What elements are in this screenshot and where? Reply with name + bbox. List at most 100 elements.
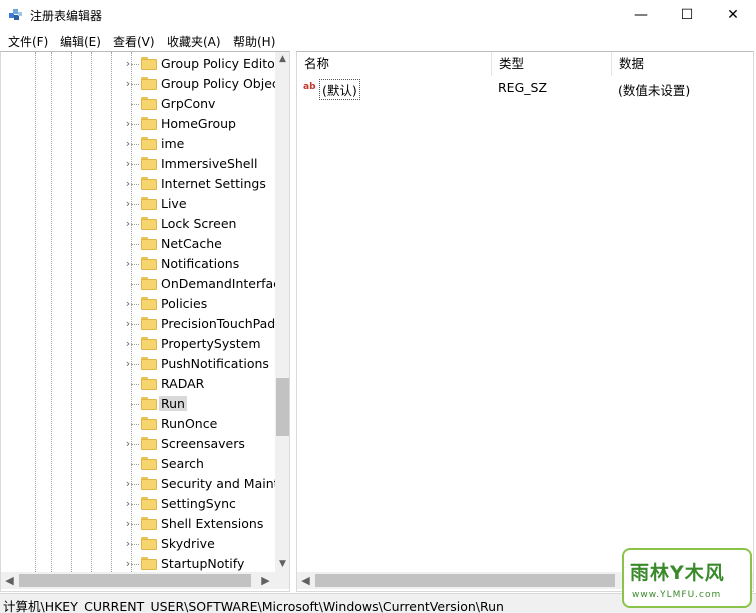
folder-icon xyxy=(141,457,157,470)
tree-item[interactable]: › PropertySystem xyxy=(1,334,275,354)
tree-connector xyxy=(131,84,139,85)
tree-connector xyxy=(131,544,139,545)
tree-item-label: Screensavers xyxy=(161,436,245,451)
tree-item[interactable]: › SettingSync xyxy=(1,494,275,514)
registry-values-pane[interactable]: 名称 类型 数据 ab (默认) REG_SZ (数值未设置) ◀ xyxy=(296,51,754,592)
tree-connector xyxy=(131,484,139,485)
tree-connector xyxy=(131,224,139,225)
tree-item[interactable]: › PushNotifications xyxy=(1,354,275,374)
menu-bar: 文件(F) 编辑(E) 查看(V) 收藏夹(A) 帮助(H) xyxy=(0,30,756,50)
tree-item[interactable]: › PrecisionTouchPad xyxy=(1,314,275,334)
menu-view[interactable]: 查看(V) xyxy=(113,33,155,50)
string-value-icon: ab xyxy=(303,82,316,92)
folder-icon xyxy=(141,397,157,410)
scroll-thumb[interactable] xyxy=(315,574,615,587)
column-header-name[interactable]: 名称 xyxy=(297,52,492,76)
scroll-thumb[interactable] xyxy=(19,574,251,587)
folder-icon xyxy=(141,177,157,190)
tree-item[interactable]: › Shell Extensions xyxy=(1,514,275,534)
tree-item[interactable]: GrpConv xyxy=(1,94,275,114)
tree-item[interactable]: › Notifications xyxy=(1,254,275,274)
tree-connector xyxy=(131,64,139,65)
maximize-button[interactable]: ☐ xyxy=(664,0,710,30)
tree-item[interactable]: › Skydrive xyxy=(1,534,275,554)
menu-edit[interactable]: 编辑(E) xyxy=(60,33,101,50)
tree-item[interactable]: RunOnce xyxy=(1,414,275,434)
tree-item-label: Internet Settings xyxy=(161,176,266,191)
folder-icon xyxy=(141,437,157,450)
scroll-up-icon[interactable]: ▲ xyxy=(275,52,289,67)
tree-connector xyxy=(131,564,139,565)
folder-icon xyxy=(141,517,157,530)
tree-item[interactable]: NetCache xyxy=(1,234,275,254)
tree-item-label: SettingSync xyxy=(161,496,236,511)
tree-item[interactable]: › Group Policy Editor xyxy=(1,54,280,74)
watermark-logo: 雨林Y木风 www.YLMFU.com xyxy=(622,548,752,608)
tree-item-label: ime xyxy=(161,136,185,151)
tree-item-label: Search xyxy=(161,456,204,471)
tree-item[interactable]: › ImmersiveShell xyxy=(1,154,275,174)
tree-item-label: PrecisionTouchPad xyxy=(161,316,276,331)
folder-icon xyxy=(141,77,157,90)
watermark-url: www.YLMFU.com xyxy=(632,590,722,600)
scroll-thumb[interactable] xyxy=(276,378,289,436)
watermark-text: 雨林Y木风 xyxy=(630,562,725,584)
tree-item-label: PushNotifications xyxy=(161,356,269,371)
tree-item[interactable]: RADAR xyxy=(1,374,275,394)
folder-icon xyxy=(141,377,157,390)
tree-item[interactable]: › HomeGroup xyxy=(1,114,275,134)
tree-item[interactable]: › Screensavers xyxy=(1,434,275,454)
folder-icon xyxy=(141,337,157,350)
tree-connector xyxy=(131,444,139,445)
tree-item[interactable]: › ime xyxy=(1,134,275,154)
tree-item[interactable]: ›Security and Maintenance xyxy=(1,474,289,494)
tree-item[interactable]: › Group Policy Objects xyxy=(1,74,289,94)
menu-favorites[interactable]: 收藏夹(A) xyxy=(167,33,221,50)
folder-icon xyxy=(141,57,157,70)
column-header-data[interactable]: 数据 xyxy=(612,52,753,76)
minimize-icon: — xyxy=(634,7,648,23)
tree-item-label: Live xyxy=(161,196,187,211)
scroll-left-icon[interactable]: ◀ xyxy=(1,572,18,589)
folder-icon xyxy=(141,97,157,110)
tree-vertical-scrollbar[interactable]: ▲ ▼ xyxy=(275,52,289,572)
title-bar: 注册表编辑器 — ☐ ✕ xyxy=(0,0,756,30)
minimize-button[interactable]: — xyxy=(618,0,664,30)
tree-item-label: OnDemandInterfaceCache xyxy=(161,276,289,291)
scroll-left-icon[interactable]: ◀ xyxy=(297,572,314,589)
tree-connector xyxy=(131,304,139,305)
registry-path: 计算机\HKEY_CURRENT_USER\SOFTWARE\Microsoft… xyxy=(3,599,504,613)
menu-file[interactable]: 文件(F) xyxy=(8,33,48,50)
tree-item[interactable]: › Policies xyxy=(1,294,275,314)
tree-item[interactable]: › Live xyxy=(1,194,275,214)
scroll-down-icon[interactable]: ▼ xyxy=(275,557,289,572)
column-header-type[interactable]: 类型 xyxy=(492,52,612,76)
tree-connector xyxy=(131,464,139,465)
tree-item-label: Run xyxy=(159,396,187,411)
tree-connector xyxy=(131,384,139,385)
folder-icon xyxy=(141,357,157,370)
tree-item[interactable]: › Internet Settings xyxy=(1,174,275,194)
tree-horizontal-scrollbar[interactable]: ◀ ▶ xyxy=(1,572,289,589)
folder-icon xyxy=(141,277,157,290)
folder-icon xyxy=(141,537,157,550)
tree-item[interactable]: › Lock Screen xyxy=(1,214,275,234)
close-button[interactable]: ✕ xyxy=(710,0,756,30)
tree-connector xyxy=(131,144,139,145)
registry-tree-pane[interactable]: › Group Policy Editor › Group Policy Object… xyxy=(0,51,290,592)
scroll-right-icon[interactable]: ▶ xyxy=(257,572,274,589)
tree-item-label: GrpConv xyxy=(161,96,216,111)
maximize-icon: ☐ xyxy=(680,7,694,23)
registry-editor-icon xyxy=(9,9,22,20)
folder-icon xyxy=(141,417,157,430)
tree-item[interactable]: Search xyxy=(1,454,275,474)
tree-item[interactable]: › StartupNotify xyxy=(1,554,275,574)
tree-item[interactable]: OnDemandInterfaceCache xyxy=(1,274,289,294)
tree-connector xyxy=(131,244,139,245)
value-row[interactable]: ab (默认) REG_SZ (数值未设置) xyxy=(297,78,753,100)
menu-help[interactable]: 帮助(H) xyxy=(233,33,275,50)
tree-item[interactable]: Run xyxy=(1,394,275,414)
tree-item-label: RADAR xyxy=(161,376,205,391)
folder-icon xyxy=(141,557,157,570)
tree-connector xyxy=(131,164,139,165)
